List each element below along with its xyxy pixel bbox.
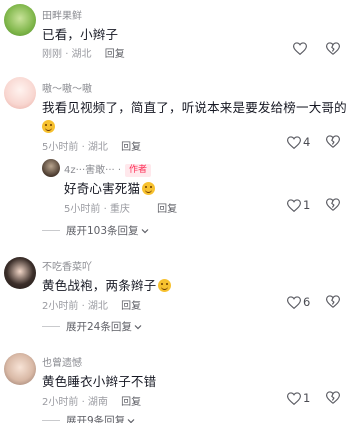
laughing-emoji-icon xyxy=(42,116,55,135)
dislike-button[interactable] xyxy=(326,198,340,211)
expand-replies-label: 展开103条回复 xyxy=(66,225,139,237)
heart-icon xyxy=(293,42,307,55)
dislike-button[interactable] xyxy=(326,42,340,55)
comment-text: 我看见视频了，简直了，听说本来是要发给榜一大哥的 xyxy=(42,97,347,116)
reply-meta: 5小时前 · 重庆 回复 xyxy=(64,200,177,215)
like-button[interactable]: 1 xyxy=(287,198,310,212)
expand-replies-button[interactable]: 展开103条回复 xyxy=(42,223,149,238)
comment-text-content: 我看见视频了，简直了，听说本来是要发给榜一大哥的 xyxy=(42,100,347,115)
broken-heart-icon xyxy=(326,135,340,148)
reply-time: 5小时前 xyxy=(64,204,101,215)
reply-text-content: 好奇心害死猫 xyxy=(64,181,141,196)
comment-meta: 2小时前 · 湖南 回复 xyxy=(42,393,141,408)
comment-item: 不吃香菜吖 黄色战袍，两条辫子 2小时前 · 湖北 回复 6 xyxy=(0,254,350,324)
comment-meta: 刚刚 · 湖北 回复 xyxy=(42,45,125,60)
avatar[interactable] xyxy=(4,353,36,385)
avatar[interactable] xyxy=(4,77,36,109)
avatar[interactable] xyxy=(4,4,36,36)
comment-text-content: 黄色战袍，两条辫子 xyxy=(42,278,157,293)
dislike-button[interactable] xyxy=(326,391,340,404)
laughing-emoji-icon xyxy=(142,182,156,195)
comment-username[interactable]: 嗷～嗷～嗷 xyxy=(42,80,92,95)
comment-username[interactable]: 田畔果鲜 xyxy=(42,7,82,22)
like-count: 4 xyxy=(303,135,311,149)
comment-location: 湖南 xyxy=(87,397,108,408)
broken-heart-icon xyxy=(326,295,340,308)
expand-replies-button[interactable]: 展开24条回复 xyxy=(42,319,142,334)
like-count: 1 xyxy=(303,198,311,212)
like-button[interactable] xyxy=(293,42,307,55)
comment-location: 湖北 xyxy=(87,142,108,153)
comment-username[interactable]: 也曾遗憾 xyxy=(42,354,82,369)
broken-heart-icon xyxy=(326,391,340,404)
comment-meta: 2小时前 · 湖北 回复 xyxy=(42,297,141,312)
laughing-emoji-icon xyxy=(158,279,172,292)
comment-item: 也曾遗憾 黄色睡衣小辫子不错 2小时前 · 湖南 回复 1 xyxy=(0,350,350,420)
comment-time: 5小时前 xyxy=(42,142,79,153)
comment-time: 2小时前 xyxy=(42,301,79,312)
comment-location: 湖北 xyxy=(71,49,92,60)
comment-text: 已看，小辫子 xyxy=(42,27,119,42)
heart-icon xyxy=(287,391,301,405)
comment-item: 嗷～嗷～嗷 我看见视频了，简直了，听说本来是要发给榜一大哥的 5小时前 · 湖北… xyxy=(0,74,350,154)
chevron-down-icon xyxy=(141,225,149,237)
reply-button[interactable]: 回复 xyxy=(105,49,125,60)
chevron-down-icon xyxy=(134,321,142,333)
divider xyxy=(42,326,60,327)
reply-text: 好奇心害死猫 xyxy=(64,178,156,197)
chevron-down-icon xyxy=(127,415,135,423)
reply-button[interactable]: 回复 xyxy=(121,397,141,408)
reply-location: 重庆 xyxy=(109,204,130,215)
comment-meta: 5小时前 · 湖北 回复 xyxy=(42,138,141,153)
heart-icon xyxy=(287,135,301,149)
comment-text: 黄色战袍，两条辫子 xyxy=(42,275,172,294)
like-button[interactable]: 6 xyxy=(287,295,310,309)
comment-text: 黄色睡衣小辫子不错 xyxy=(42,374,157,389)
reply-item: 4z···害敢··· · 作者 好奇心害死猫 5小时前 · 重庆 回复 1 xyxy=(0,156,350,218)
like-button[interactable]: 1 xyxy=(287,391,310,405)
broken-heart-icon xyxy=(326,198,340,211)
like-count: 6 xyxy=(303,295,311,309)
heart-icon xyxy=(287,198,301,212)
reply-username-text[interactable]: 4z···害敢··· · xyxy=(64,165,121,176)
avatar[interactable] xyxy=(4,257,36,289)
comment-username[interactable]: 不吃香菜吖 xyxy=(42,258,92,273)
reply-button[interactable]: 回复 xyxy=(157,204,177,215)
author-tag: 作者 xyxy=(125,164,152,177)
reply-button[interactable]: 回复 xyxy=(121,301,141,312)
like-button[interactable]: 4 xyxy=(287,135,310,149)
comment-list: 田畔果鲜 已看，小辫子 刚刚 · 湖北 回复 嗷～嗷～嗷 我看见视频了，简直了，… xyxy=(0,0,350,423)
avatar[interactable] xyxy=(42,159,60,177)
comment-item: 田畔果鲜 已看，小辫子 刚刚 · 湖北 回复 xyxy=(0,0,350,64)
reply-username: 4z···害敢··· · 作者 xyxy=(64,161,152,177)
divider xyxy=(42,230,60,231)
expand-replies-label: 展开9条回复 xyxy=(66,415,126,423)
heart-icon xyxy=(287,295,301,309)
like-count: 1 xyxy=(303,391,311,405)
comment-time: 2小时前 xyxy=(42,397,79,408)
reply-button[interactable]: 回复 xyxy=(121,142,141,153)
broken-heart-icon xyxy=(326,42,340,55)
expand-replies-button[interactable]: 展开9条回复 xyxy=(42,413,135,423)
dislike-button[interactable] xyxy=(326,135,340,148)
divider xyxy=(42,420,60,421)
expand-replies-label: 展开24条回复 xyxy=(66,321,132,333)
comment-location: 湖北 xyxy=(87,301,108,312)
dislike-button[interactable] xyxy=(326,295,340,308)
comment-time: 刚刚 xyxy=(42,49,62,60)
